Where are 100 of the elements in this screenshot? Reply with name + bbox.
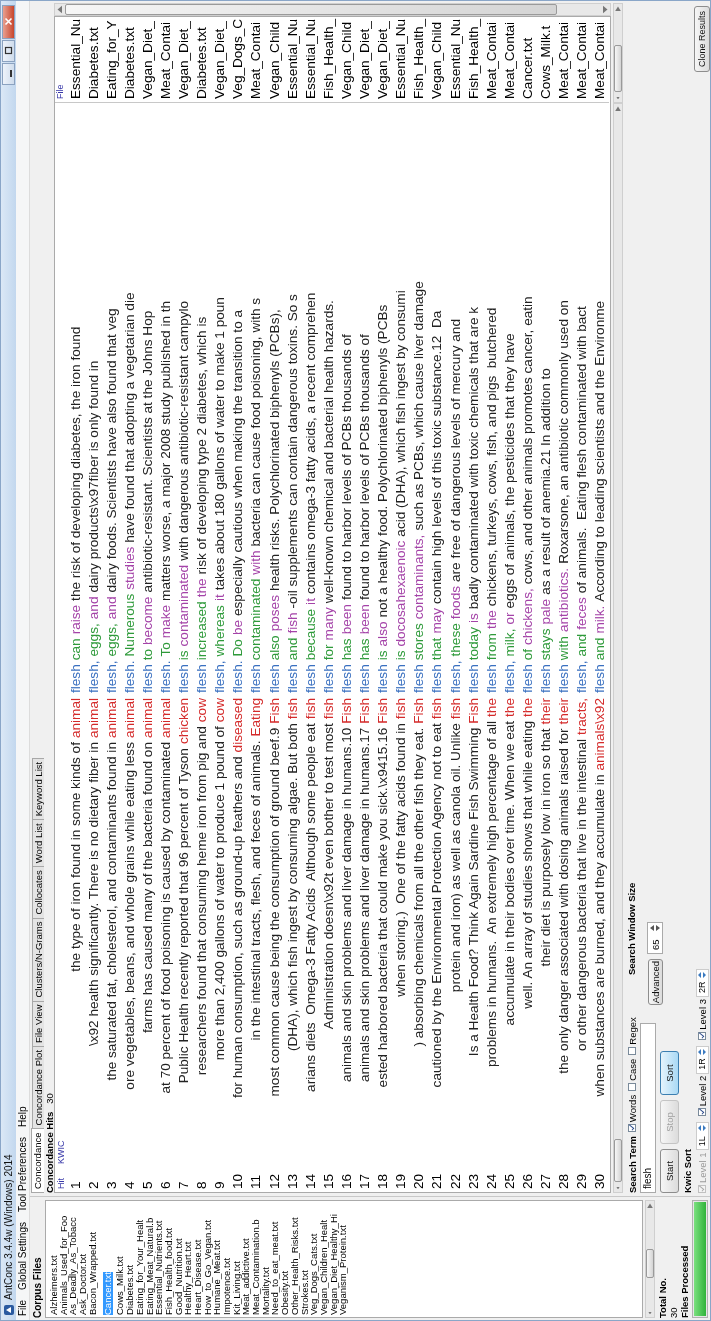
- file-list-item[interactable]: Humane_Meat.txt: [212, 1203, 222, 1315]
- file-list-item[interactable]: Impotence.txt: [222, 1203, 232, 1315]
- sort-word: their: [556, 698, 572, 725]
- menu-item[interactable]: Global Settings: [17, 1222, 28, 1290]
- tab[interactable]: File View: [32, 1000, 44, 1047]
- clone-results-button[interactable]: Clone Results: [694, 6, 710, 73]
- sort-word: also: [266, 635, 282, 661]
- context-text: Roxarsone, an antibiotic commonly used on: [556, 300, 572, 564]
- file-list-item[interactable]: Vegan_Children_Healt: [318, 1203, 329, 1315]
- minimize-button[interactable]: [2, 63, 15, 85]
- hit-number: 22: [447, 1172, 463, 1191]
- hit-number: 5: [139, 1180, 155, 1191]
- sort-word: and: [574, 633, 590, 657]
- file-name: Diabetes.txt: [84, 18, 103, 103]
- spin-arrows-icon[interactable]: [697, 1047, 707, 1056]
- column-header[interactable]: File: [55, 18, 66, 103]
- context-text: their diet is purposely low in iron so that: [538, 728, 553, 967]
- maximize-button[interactable]: [2, 40, 15, 62]
- file-list-item[interactable]: Fish_Health_food.txt: [163, 1203, 174, 1315]
- file-list-item[interactable]: Cows_Milk.txt: [115, 1203, 126, 1315]
- context-text: have found that adopting a vegetarian die: [121, 292, 137, 543]
- file-list-item[interactable]: Alzheimers.txt: [50, 1203, 59, 1315]
- sort-word: been: [357, 604, 373, 635]
- progress-label: Files Processed: [679, 1244, 690, 1318]
- file-list-item[interactable]: Veg_Dogs_Cats.txt: [309, 1203, 319, 1315]
- sort-word: milk.: [592, 605, 608, 634]
- level-field[interactable]: 1R: [695, 1045, 709, 1074]
- file-list-item[interactable]: Eating_Meat_Natural.b: [144, 1203, 155, 1315]
- spin-arrows-icon[interactable]: [649, 924, 661, 932]
- keyword: flesh: [465, 664, 481, 693]
- file-list-item[interactable]: Meat_addictive.txt: [241, 1203, 252, 1315]
- sort-word: Fish: [465, 698, 481, 724]
- file-list-item[interactable]: Veganism_Protein.txt: [338, 1203, 348, 1315]
- checkbox[interactable]: [628, 1046, 636, 1055]
- column-header[interactable]: Hit: [55, 1166, 66, 1191]
- file-list-item[interactable]: Diabetes.txt: [125, 1203, 135, 1315]
- tab[interactable]: Concordance: [31, 1128, 44, 1193]
- file-list-item[interactable]: Mortality.txt: [260, 1203, 271, 1315]
- file-name: Vegan_Diet_: [210, 18, 229, 103]
- tab[interactable]: Keyword List: [32, 757, 44, 821]
- menu-item[interactable]: Tool Preferences: [17, 1137, 28, 1213]
- window-size-field[interactable]: 65: [647, 922, 663, 954]
- file-list-item[interactable]: Ask_Doctor.txt: [78, 1203, 88, 1315]
- file-list-item[interactable]: Good_Nutrition.txt: [173, 1203, 184, 1315]
- checkbox-label: Level 3: [696, 999, 708, 1030]
- tab[interactable]: Word List: [32, 819, 44, 868]
- hit-number: 8: [194, 1180, 210, 1191]
- file-list-item[interactable]: Eating_for_Your_Healt: [134, 1203, 145, 1315]
- file-name: Diabetes.txt: [120, 18, 139, 103]
- sort-word: stores: [411, 623, 427, 661]
- context-text: well-known chemical and bacterial health hazards.: [320, 300, 336, 604]
- close-button[interactable]: [2, 5, 15, 39]
- sort-word: chickens,: [519, 588, 535, 645]
- checkbox-label: Regex: [626, 1017, 638, 1045]
- file-list-item[interactable]: Bacon_Wrapped.txt: [87, 1203, 98, 1315]
- keyword: flesh: [284, 664, 300, 693]
- file-list-item[interactable]: Animals_Used_for_Foo: [58, 1203, 69, 1315]
- context-text: accumulate in their bodies over time. When we eat: [501, 720, 517, 1026]
- sort-word: Fish: [338, 698, 354, 724]
- file-list-item[interactable]: Vegan_Diet_Healthy_Hi: [328, 1203, 339, 1315]
- file-list-item[interactable]: Need_to_eat_meat.txt: [270, 1203, 281, 1315]
- hit-number: 24: [483, 1172, 499, 1191]
- file-list-item[interactable]: How_to_Go_Vegan.txt: [202, 1203, 213, 1315]
- keyword: flesh: [519, 664, 535, 693]
- menu-item[interactable]: Help: [17, 1106, 28, 1127]
- file-list-item[interactable]: As_Deadly_As_Tobacc: [68, 1203, 79, 1315]
- file-list-item[interactable]: Essential_Nutrients.txt: [154, 1203, 164, 1315]
- context-text: Public Health recently reported that 96 percent of Tyson: [176, 748, 192, 1084]
- file-list-item[interactable]: Healthy_Heart.txt: [183, 1203, 193, 1315]
- context-text: (DHA), which fish ingest by consuming algae. But both: [284, 723, 300, 1052]
- context-text: According to leading scientists and the Environme: [592, 300, 608, 602]
- file-name: Cows_Milk.t: [536, 18, 555, 103]
- action-button[interactable]: Start: [660, 1149, 679, 1193]
- checkbox[interactable]: [698, 1108, 706, 1117]
- checkbox[interactable]: [628, 1082, 636, 1091]
- hit-number: 15: [320, 1172, 336, 1191]
- column-header[interactable]: KWIC: [55, 1140, 66, 1164]
- sort-word: fish: [429, 698, 445, 720]
- file-list-item[interactable]: Meat_Contamination.b: [251, 1203, 261, 1315]
- tab[interactable]: Concordance Plot: [32, 1045, 44, 1130]
- checkbox[interactable]: [698, 1031, 706, 1040]
- file-list-item[interactable]: Strokes.txt: [299, 1203, 310, 1315]
- context-text: most common cause being the consumption of ground beef.9: [266, 727, 282, 1097]
- file-list-item[interactable]: Obesity.txt: [280, 1203, 290, 1315]
- advanced-button[interactable]: Advanced: [647, 959, 663, 1005]
- level-field[interactable]: 2R: [695, 969, 709, 998]
- search-field[interactable]: flesh: [640, 1023, 656, 1193]
- action-button[interactable]: Sort: [660, 1051, 679, 1095]
- keyword: flesh: [194, 664, 210, 693]
- menu-item[interactable]: File: [17, 1299, 28, 1316]
- spin-arrows-icon[interactable]: [697, 1124, 707, 1133]
- context-text: animals and skin problems and liver damage in humans.17: [357, 727, 373, 1083]
- tab[interactable]: Clusters/N-Grams: [32, 917, 44, 1002]
- sort-word: eggs,: [85, 623, 101, 657]
- checkbox[interactable]: [628, 1124, 636, 1133]
- file-name: Essential_Nu: [283, 18, 302, 103]
- file-list-item[interactable]: Heart_Disease.txt: [192, 1203, 203, 1315]
- spin-arrows-icon[interactable]: [697, 971, 707, 980]
- tab[interactable]: Collocates: [32, 866, 44, 919]
- file-list-item[interactable]: Kit_Living.txt: [231, 1203, 242, 1315]
